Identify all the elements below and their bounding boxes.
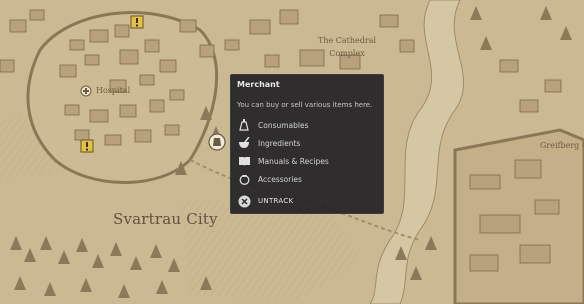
untrack-label: UNTRACK (258, 197, 294, 205)
service-item-consumables: Consumables (237, 118, 309, 132)
potion-icon (237, 118, 251, 132)
mortar-icon (237, 136, 251, 150)
cathedral-label: The Cathedral Complex (318, 36, 377, 58)
merchant-location-icon[interactable] (207, 132, 227, 156)
hospital-label: Hospital (96, 86, 131, 95)
service-item-label: Accessories (258, 174, 302, 184)
book-icon (237, 154, 251, 168)
greifberg-label: Greifberg C (540, 141, 584, 150)
service-item-ingredients: Ingredients (237, 136, 300, 150)
service-item-label: Consumables (258, 120, 309, 130)
city-label: Svartrau City (113, 210, 218, 228)
tooltip-description: You can buy or sell various items here. (237, 101, 373, 109)
service-item-accessories: Accessories (237, 172, 302, 186)
hospital-icon[interactable] (80, 82, 92, 101)
service-item-label: Ingredients (258, 138, 301, 148)
quest-marker-icon[interactable] (80, 138, 94, 157)
tooltip-title: Merchant (237, 80, 280, 89)
untrack-button[interactable]: UNTRACK (237, 193, 293, 209)
world-map[interactable]: Svartrau City The Cathedral Complex Grei… (0, 0, 584, 304)
quest-marker-icon[interactable] (130, 14, 144, 33)
service-item-label: Manuals & Recipes (258, 156, 329, 166)
pouch-icon (237, 172, 251, 186)
service-item-manuals: Manuals & Recipes (237, 154, 329, 168)
close-icon (237, 194, 251, 208)
merchant-tooltip: Merchant You can buy or sell various ite… (230, 74, 384, 214)
